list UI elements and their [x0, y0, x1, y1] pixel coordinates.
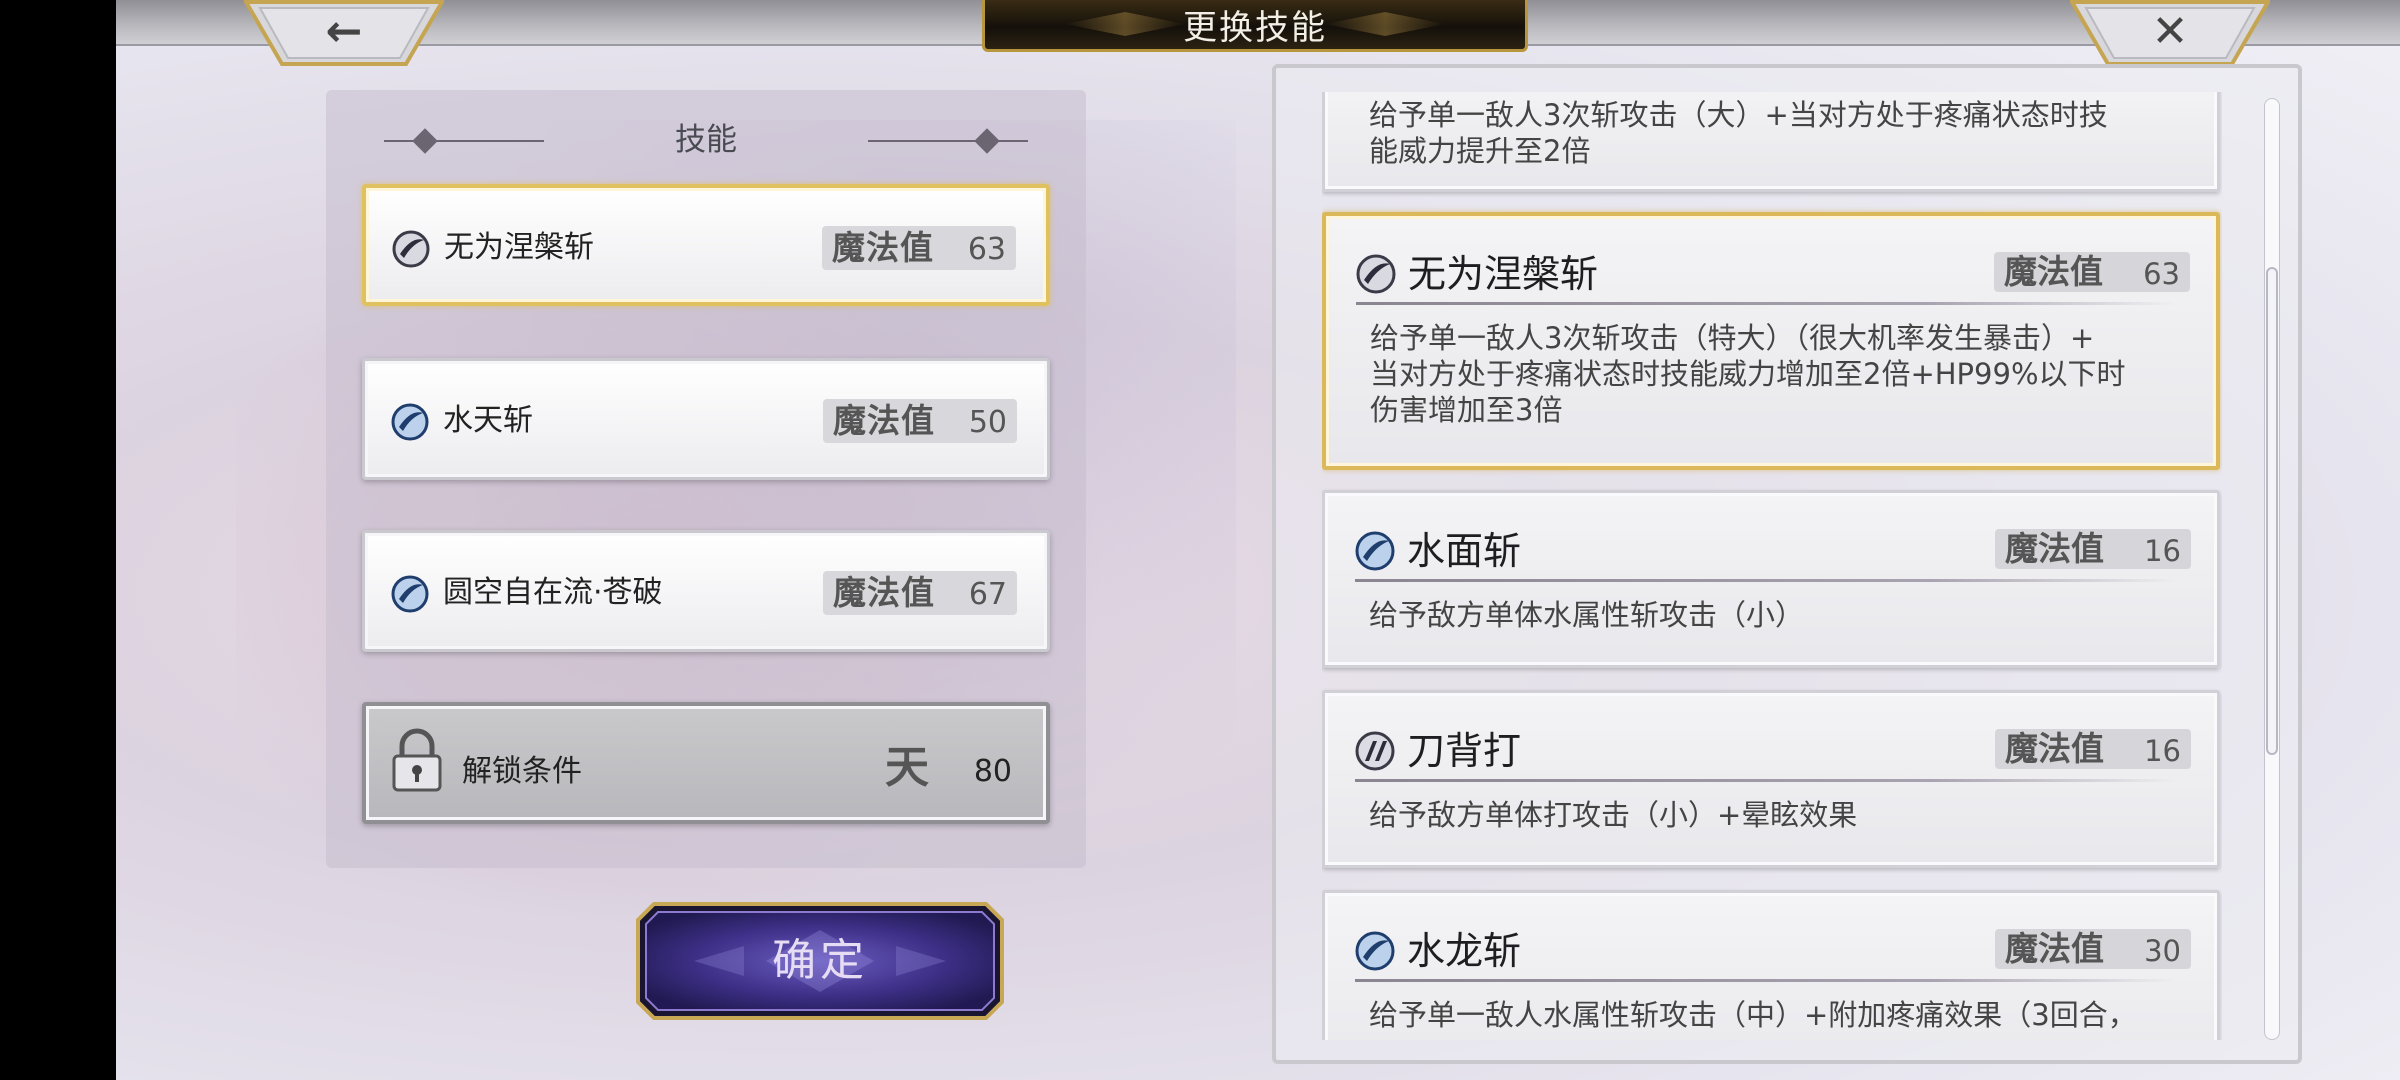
skill-slot-name: 水天斩	[443, 403, 533, 438]
mana-value: 63	[967, 232, 1006, 267]
mana-label: 魔法值	[2005, 929, 2104, 968]
scrollbar-thumb[interactable]	[2266, 267, 2278, 755]
mana-label: 魔法值	[832, 228, 934, 267]
skill-card-description: 给予单一敌人3次斩攻击（特大）（很大机率发生暴击）+ 当对方处于疼痛状态时技能威…	[1370, 320, 2176, 428]
lock-icon	[392, 728, 442, 792]
title-ornament-right	[1325, 12, 1445, 36]
mana-label: 魔法值	[833, 401, 935, 440]
mana-value: 67	[968, 577, 1007, 612]
heaven-rank-icon: 天	[885, 742, 929, 793]
skill-list-scrollbar[interactable]	[2264, 98, 2280, 1040]
card-divider	[1355, 979, 2177, 982]
mana-value: 16	[2144, 734, 2181, 768]
skill-card-header: 无为涅槃斩 魔法值 63	[1356, 246, 2190, 298]
confirm-button[interactable]: 确定	[634, 900, 1006, 1022]
skill-slot-1[interactable]: 无为涅槃斩 魔法值 63	[362, 184, 1050, 306]
water-slash-skill-icon	[391, 575, 429, 613]
mana-value: 30	[2144, 934, 2181, 968]
desc-line: 给予单一敌人3次斩攻击（特大）（很大机率发生暴击）+	[1370, 321, 2095, 355]
skill-card-name: 水龙斩	[1407, 929, 1522, 973]
skill-slot-name: 无为涅槃斩	[444, 230, 594, 265]
card-divider	[1356, 302, 2176, 305]
card-divider	[1355, 579, 2177, 582]
confirm-button-label: 确定	[772, 935, 868, 986]
desc-line: 伤害增加至3倍	[1370, 393, 1563, 427]
skill-card-3[interactable]: 刀背打 魔法值 16 给予敌方单体打攻击（小）+晕眩效果	[1322, 690, 2220, 868]
header-divider-right	[868, 140, 1028, 142]
skill-card-header: 刀背打 魔法值 16	[1355, 723, 2191, 775]
title-ornament-left	[1065, 12, 1185, 36]
game-screen: ← 更换技能 ✕ 技能 无为涅槃斩 魔法值 63 水天斩 魔法值 50 圆空自在…	[116, 0, 2400, 1080]
desc-line: 给予单一敌人水属性斩攻击（中）+附加疼痛效果（3回合，	[1369, 998, 2137, 1032]
locked-skill-slot[interactable]: 解锁条件 天 80	[362, 702, 1050, 824]
mana-value: 50	[968, 405, 1007, 440]
desc-line: 给予单一敌人3次斩攻击（大）+当对方处于疼痛状态时技	[1369, 98, 2108, 132]
unlock-condition-label: 解锁条件	[462, 754, 582, 789]
equipped-skills-panel: 技能 无为涅槃斩 魔法值 63 水天斩 魔法值 50 圆空自在流·苍破 魔法值 …	[326, 90, 1086, 868]
desc-line: 给予敌方单体打攻击（小）+晕眩效果	[1369, 798, 1858, 832]
skill-card-description: 给予敌方单体打攻击（小）+晕眩效果	[1369, 797, 2177, 833]
skill-card-name: 刀背打	[1407, 729, 1522, 773]
mana-cost: 魔法值 67	[823, 571, 1017, 615]
mana-cost: 魔法值 50	[823, 399, 1017, 443]
page-title: 更换技能	[1183, 8, 1327, 48]
mana-value: 63	[2143, 257, 2180, 291]
slash-skill-icon	[392, 230, 430, 268]
unlock-level-value: 80	[973, 754, 1012, 789]
mana-value: 16	[2144, 534, 2181, 568]
mana-label: 魔法值	[2004, 252, 2103, 291]
skill-list[interactable]: 给予单一敌人3次斩攻击（大）+当对方处于疼痛状态时技 能威力提升至2倍 无为涅槃…	[1322, 92, 2222, 1040]
mana-label: 魔法值	[833, 573, 935, 612]
skill-slot-name: 圆空自在流·苍破	[443, 575, 663, 610]
back-button[interactable]: ←	[244, 0, 444, 66]
mana-cost: 魔法值 63	[822, 226, 1016, 270]
water-slash-skill-icon	[1355, 931, 1395, 971]
skill-slot-2[interactable]: 水天斩 魔法值 50	[362, 358, 1050, 480]
back-arrow-icon: ←	[325, 6, 363, 57]
skill-card-name: 无为涅槃斩	[1408, 252, 1599, 296]
close-button[interactable]: ✕	[2070, 0, 2270, 66]
skill-card-description: 给予单一敌人水属性斩攻击（中）+附加疼痛效果（3回合，	[1369, 997, 2177, 1033]
desc-line: 能威力提升至2倍	[1369, 134, 1591, 168]
strike-skill-icon	[1355, 731, 1395, 771]
skill-card-2[interactable]: 水面斩 魔法值 16 给予敌方单体水属性斩攻击（小）	[1322, 490, 2220, 668]
skill-card-1[interactable]: 无为涅槃斩 魔法值 63 给予单一敌人3次斩攻击（特大）（很大机率发生暴击）+ …	[1322, 212, 2220, 470]
mana-cost: 魔法值 16	[1995, 729, 2191, 769]
skill-card-header: 水龙斩 魔法值 30	[1355, 923, 2191, 975]
water-slash-skill-icon	[391, 403, 429, 441]
desc-line: 当对方处于疼痛状态时技能威力增加至2倍+HP99%以下时	[1370, 357, 2126, 391]
mana-cost: 魔法值 16	[1995, 529, 2191, 569]
card-divider	[1355, 779, 2177, 782]
skill-card-name: 水面斩	[1407, 529, 1522, 573]
mana-label: 魔法值	[2005, 729, 2104, 768]
water-slash-skill-icon	[1355, 531, 1395, 571]
skill-card-header: 水面斩 魔法值 16	[1355, 523, 2191, 575]
mana-label: 魔法值	[2005, 529, 2104, 568]
skill-slot-3[interactable]: 圆空自在流·苍破 魔法值 67	[362, 530, 1050, 652]
skill-card-4[interactable]: 水龙斩 魔法值 30 给予单一敌人水属性斩攻击（中）+附加疼痛效果（3回合，	[1322, 890, 2220, 1040]
skill-card-description: 给予敌方单体水属性斩攻击（小）	[1369, 597, 2177, 633]
title-plate: 更换技能	[982, 0, 1528, 52]
skill-card-partial[interactable]: 给予单一敌人3次斩攻击（大）+当对方处于疼痛状态时技 能威力提升至2倍	[1322, 92, 2220, 192]
skill-card-description: 给予单一敌人3次斩攻击（大）+当对方处于疼痛状态时技 能威力提升至2倍	[1369, 97, 2177, 169]
close-icon: ✕	[2151, 6, 2189, 57]
desc-line: 给予敌方单体水属性斩攻击（小）	[1369, 598, 1805, 632]
mana-cost: 魔法值 30	[1995, 929, 2191, 969]
mana-cost: 魔法值 63	[1994, 252, 2190, 292]
slash-skill-icon	[1356, 254, 1396, 294]
